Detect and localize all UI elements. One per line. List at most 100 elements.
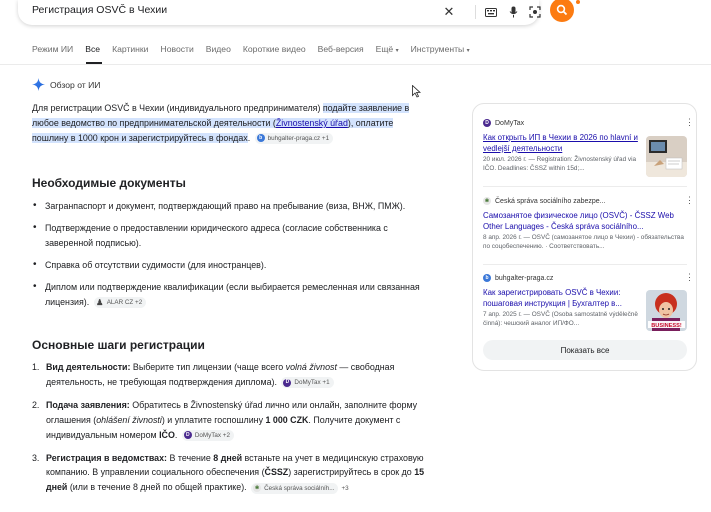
caret-down-icon: ▾ bbox=[395, 48, 399, 54]
source-site: Česká správa sociálního zabezpe... bbox=[495, 197, 606, 205]
step-text: ) зарегистрируйтесь в срок до bbox=[288, 467, 415, 478]
fee-amount: 1 000 CZK bbox=[265, 414, 309, 425]
steps-heading: Основные шаги регистрации bbox=[32, 338, 205, 352]
list-item: Справка об отсутствии судимости (для ино… bbox=[32, 258, 427, 273]
list-item: 1. Вид деятельности: Выберите тип лиценз… bbox=[32, 360, 427, 390]
cssz-favicon-icon: ❀ bbox=[483, 197, 491, 205]
source-chip-label: DoMyTax +1 bbox=[294, 379, 330, 387]
more-options-icon[interactable]: ⋮ bbox=[685, 272, 694, 283]
tab-short-video[interactable]: Короткие видео bbox=[243, 44, 306, 60]
source-snippet: 7 апр. 2025 г. — OSVČ (Osoba samostatně … bbox=[483, 311, 638, 327]
list-item: 3. Регистрация в ведомствах: В течение 8… bbox=[32, 451, 427, 498]
source-thumbnail[interactable]: BUSINESS! bbox=[646, 290, 687, 331]
step-text: ) и уплатите госпошлину bbox=[161, 414, 266, 425]
source-chip[interactable]: b buhgalter-praga.cz +1 bbox=[254, 132, 334, 144]
source-snippet: 20 июл. 2026 г. — Registration: Živnoste… bbox=[483, 156, 637, 172]
search-divider bbox=[475, 5, 476, 19]
docs-heading: Необходимые документы bbox=[32, 176, 186, 190]
notification-dot bbox=[576, 0, 580, 4]
source-chip-label: ALAR CZ +2 bbox=[106, 298, 143, 306]
source-header: b buhgalter-praga.cz bbox=[483, 272, 693, 284]
source-snippet: 8 апр. 2026 г. — OSVČ (самозанятое лицо … bbox=[483, 234, 684, 250]
deadline-8-days: 8 дней bbox=[213, 452, 243, 463]
list-item: 2. Подача заявления: Обратитесь в Živnos… bbox=[32, 398, 427, 443]
more-sources-count[interactable]: +3 bbox=[341, 485, 348, 492]
cssz-favicon-icon: ❀ bbox=[253, 484, 262, 492]
docs-list: Загранпаспорт и документ, подтверждающий… bbox=[32, 199, 427, 316]
person-icon: ♟ bbox=[96, 297, 104, 307]
search-input[interactable]: Регистрация OSVČ в Чехии bbox=[32, 4, 167, 16]
ai-overview-title: Обзор от ИИ bbox=[50, 79, 101, 90]
show-all-button[interactable]: Показать все bbox=[483, 340, 687, 360]
step-text: (или в течение 8 дней по общей практике)… bbox=[67, 482, 247, 493]
list-item: Подтверждение о предоставлении юридическ… bbox=[32, 221, 427, 251]
ico-label: IČO bbox=[159, 429, 175, 440]
steps-list: 1. Вид деятельности: Выберите тип лиценз… bbox=[32, 360, 427, 505]
caret-down-icon: ▾ bbox=[466, 48, 470, 54]
source-chip[interactable]: D DoMyTax +2 bbox=[181, 429, 234, 441]
source-divider bbox=[483, 186, 687, 187]
tab-video[interactable]: Видео bbox=[206, 44, 231, 60]
source-thumbnail[interactable] bbox=[646, 136, 687, 177]
step-label: Подача заявления: bbox=[46, 399, 130, 410]
source-chip[interactable]: ♟ ALAR CZ +2 bbox=[93, 296, 147, 308]
list-item-text: Загранпаспорт и документ, подтверждающий… bbox=[45, 201, 406, 211]
list-item-text: Подтверждение о предоставлении юридическ… bbox=[45, 222, 388, 248]
intro-text: Для регистрации OSVČ в Чехии (индивидуал… bbox=[32, 103, 323, 113]
zivnostensky-urad-link[interactable]: Živnostenský úřad bbox=[276, 118, 348, 128]
ai-intro-paragraph: Для регистрации OSVČ в Чехии (индивидуал… bbox=[32, 101, 427, 146]
source-chip-label: Česká správa sociálníh... bbox=[264, 484, 335, 492]
source-title[interactable]: Самозанятое физическое лицо (OSVČ) - ČSS… bbox=[483, 211, 687, 232]
search-button[interactable] bbox=[550, 0, 574, 22]
source-chip-label: DoMyTax +2 bbox=[194, 431, 230, 439]
tab-all[interactable]: Все bbox=[85, 44, 100, 60]
ai-overview-header: Обзор от ИИ bbox=[32, 78, 100, 91]
more-options-icon[interactable]: ⋮ bbox=[685, 117, 694, 128]
sources-panel: D DoMyTax ⋮ Как открыть ИП в Чехии в 202… bbox=[472, 103, 697, 371]
list-item: Загранпаспорт и документ, подтверждающий… bbox=[32, 199, 427, 214]
tab-news[interactable]: Новости bbox=[160, 44, 193, 60]
tab-tools-label: Инструменты bbox=[410, 44, 465, 54]
step-number: 1. bbox=[32, 362, 40, 372]
keyboard-icon[interactable] bbox=[484, 5, 498, 19]
more-options-icon[interactable]: ⋮ bbox=[685, 195, 694, 206]
source-header: ❀ Česká správa sociálního zabezpe... bbox=[483, 195, 693, 207]
step-italic: ohlášení živnosti bbox=[96, 414, 162, 425]
site-favicon-icon: b bbox=[256, 134, 265, 143]
tab-ai-mode[interactable]: Режим ИИ bbox=[32, 44, 73, 60]
source-chip[interactable]: ❀ Česká správa sociálníh... bbox=[251, 482, 339, 494]
source-card[interactable]: ❀ Česká správa sociálního zabezpe... ⋮ С… bbox=[483, 195, 694, 252]
microphone-icon[interactable] bbox=[506, 5, 520, 19]
step-number: 2. bbox=[32, 399, 40, 410]
domytax-favicon-icon: D bbox=[283, 378, 292, 387]
site-favicon-icon: b bbox=[483, 274, 491, 282]
step-label: Вид деятельности: bbox=[46, 362, 131, 372]
tab-more[interactable]: Ещё ▾ bbox=[376, 44, 399, 60]
domytax-favicon-icon: D bbox=[483, 119, 491, 127]
list-item-text: Справка об отсутствии судимости (для ино… bbox=[45, 259, 267, 270]
search-icon bbox=[556, 4, 568, 16]
step-italic: volná živnost bbox=[285, 362, 337, 372]
source-title[interactable]: Как зарегистрировать OSVČ в Чехии: пошаг… bbox=[483, 288, 643, 309]
ai-sparkle-icon bbox=[32, 78, 45, 91]
tab-more-label: Ещё bbox=[375, 44, 394, 54]
intro-end: . bbox=[247, 132, 251, 143]
camera-search-icon[interactable] bbox=[528, 5, 542, 19]
source-title[interactable]: Как открыть ИП в Чехии в 2026 по hlavní … bbox=[483, 133, 643, 154]
tab-images[interactable]: Картинки bbox=[112, 44, 148, 60]
source-chip[interactable]: D DoMyTax +1 bbox=[281, 377, 334, 389]
source-chip-label: buhgalter-praga.cz +1 bbox=[267, 134, 330, 142]
tab-web[interactable]: Веб-версия bbox=[318, 44, 364, 60]
clear-icon[interactable]: ✕ bbox=[442, 4, 456, 19]
source-site: DoMyTax bbox=[495, 119, 525, 127]
search-tabs: Режим ИИ Все Картинки Новости Видео Коро… bbox=[32, 44, 482, 60]
cssz-label: ČSSZ bbox=[264, 467, 289, 478]
tab-tools[interactable]: Инструменты ▾ bbox=[411, 44, 470, 60]
source-header: D DoMyTax bbox=[483, 117, 693, 129]
tabs-divider bbox=[0, 64, 711, 65]
step-text: . bbox=[174, 429, 178, 440]
search-bar[interactable]: Регистрация OSVČ в Чехии ✕ bbox=[18, 0, 542, 25]
step-number: 3. bbox=[32, 452, 40, 463]
step-text: Выберите тип лицензии (чаще всего bbox=[130, 362, 286, 372]
step-text: В течение bbox=[167, 452, 214, 463]
